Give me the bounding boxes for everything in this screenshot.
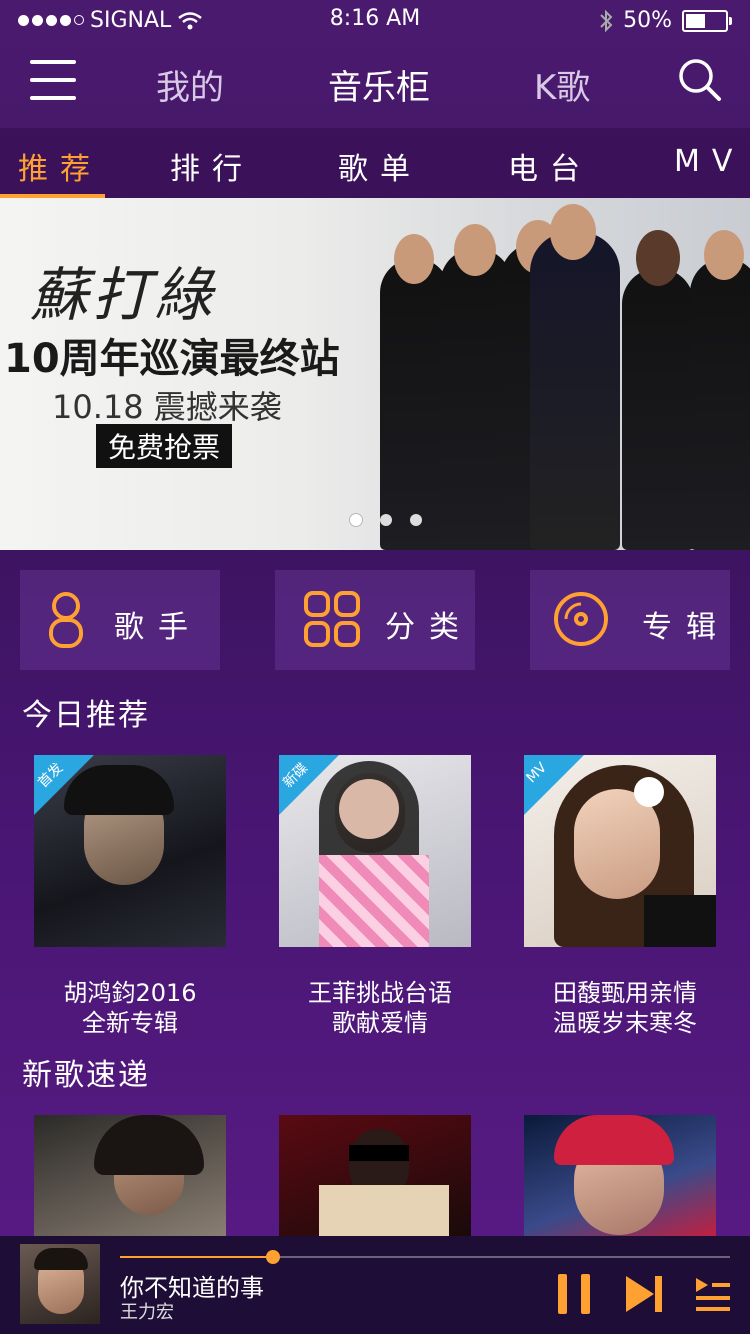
tab-mv[interactable]: MV [674,144,744,179]
new-song-cover[interactable] [34,1115,226,1236]
battery-percent: 50% [623,8,672,33]
disc-icon [554,592,608,646]
playlist-icon[interactable] [694,1276,732,1312]
new-song-cover[interactable] [524,1115,716,1236]
grid-icon [304,591,360,647]
carousel-indicator [350,514,422,526]
album-caption[interactable]: 王菲挑战台语 歌献爱情 [250,978,510,1038]
now-playing-artist: 王力宏 [120,1302,174,1323]
top-header: 我的 音乐柜 K歌 [0,40,750,128]
tab-ranking[interactable]: 排行 [170,144,254,188]
album-title-line2: 歌献爱情 [332,1009,428,1037]
tab-bar: 推荐 排行 歌单 电台 MV [0,128,750,198]
next-track-icon[interactable] [624,1274,664,1314]
category-singer-button[interactable]: 歌手 [20,570,220,670]
album-cover[interactable]: MV [524,755,716,947]
pause-icon[interactable] [556,1272,592,1316]
section-title-new-songs: 新歌速递 [22,1058,150,1093]
search-icon[interactable] [676,56,722,102]
album-caption[interactable]: 胡鸿鈞2016 全新专辑 [0,978,260,1038]
banner-title: 10周年巡演最终站 [4,336,340,382]
album-title-line1: 田馥甄用亲情 [553,979,697,1007]
nav-karaoke[interactable]: K歌 [534,60,590,109]
menu-icon[interactable] [30,58,76,102]
now-playing-artwork[interactable] [20,1244,100,1324]
category-genre-button[interactable]: 分类 [275,570,475,670]
category-genre-label: 分类 [385,610,473,645]
progress-track[interactable] [120,1256,730,1258]
new-song-cover[interactable] [279,1115,471,1236]
section-title-today: 今日推荐 [22,698,150,733]
tab-playlist[interactable]: 歌单 [338,144,422,188]
album-cover[interactable]: 新碟 [279,755,471,947]
album-title-line1: 王菲挑战台语 [308,979,452,1007]
banner-subtitle: 10.18 震撼来袭 [52,388,282,426]
album-title-line2: 温暖岁末寒冬 [553,1009,697,1037]
tab-recommend[interactable]: 推荐 [18,144,102,188]
tab-radio[interactable]: 电台 [508,144,592,188]
status-bar: SIGNAL 8:16 AM 50% [0,0,750,40]
category-album-label: 专辑 [642,610,730,645]
album-caption[interactable]: 田馥甄用亲情 温暖岁末寒冬 [495,978,750,1038]
album-title-line1: 胡鸿鈞2016 [63,979,197,1007]
band-photo [360,198,750,550]
album-cover[interactable]: 首发 [34,755,226,947]
mini-player[interactable]: 你不知道的事 王力宏 [0,1236,750,1334]
battery-icon [682,9,732,32]
category-singer-label: 歌手 [114,610,202,645]
person-icon [49,592,83,648]
nav-music-cabinet[interactable]: 音乐柜 [328,60,430,109]
nav-mine[interactable]: 我的 [156,60,224,109]
banner-ticket-button[interactable]: 免费抢票 [96,424,233,468]
category-album-button[interactable]: 专辑 [530,570,730,670]
progress-thumb[interactable] [265,1250,280,1264]
promo-banner[interactable]: 蘇打綠 10周年巡演最终站 10.18 震撼来袭 免费抢票 [0,198,750,550]
album-title-line2: 全新专辑 [82,1009,178,1037]
banner-calligraphy: 蘇打綠 [30,261,217,329]
bluetooth-icon [600,9,613,32]
